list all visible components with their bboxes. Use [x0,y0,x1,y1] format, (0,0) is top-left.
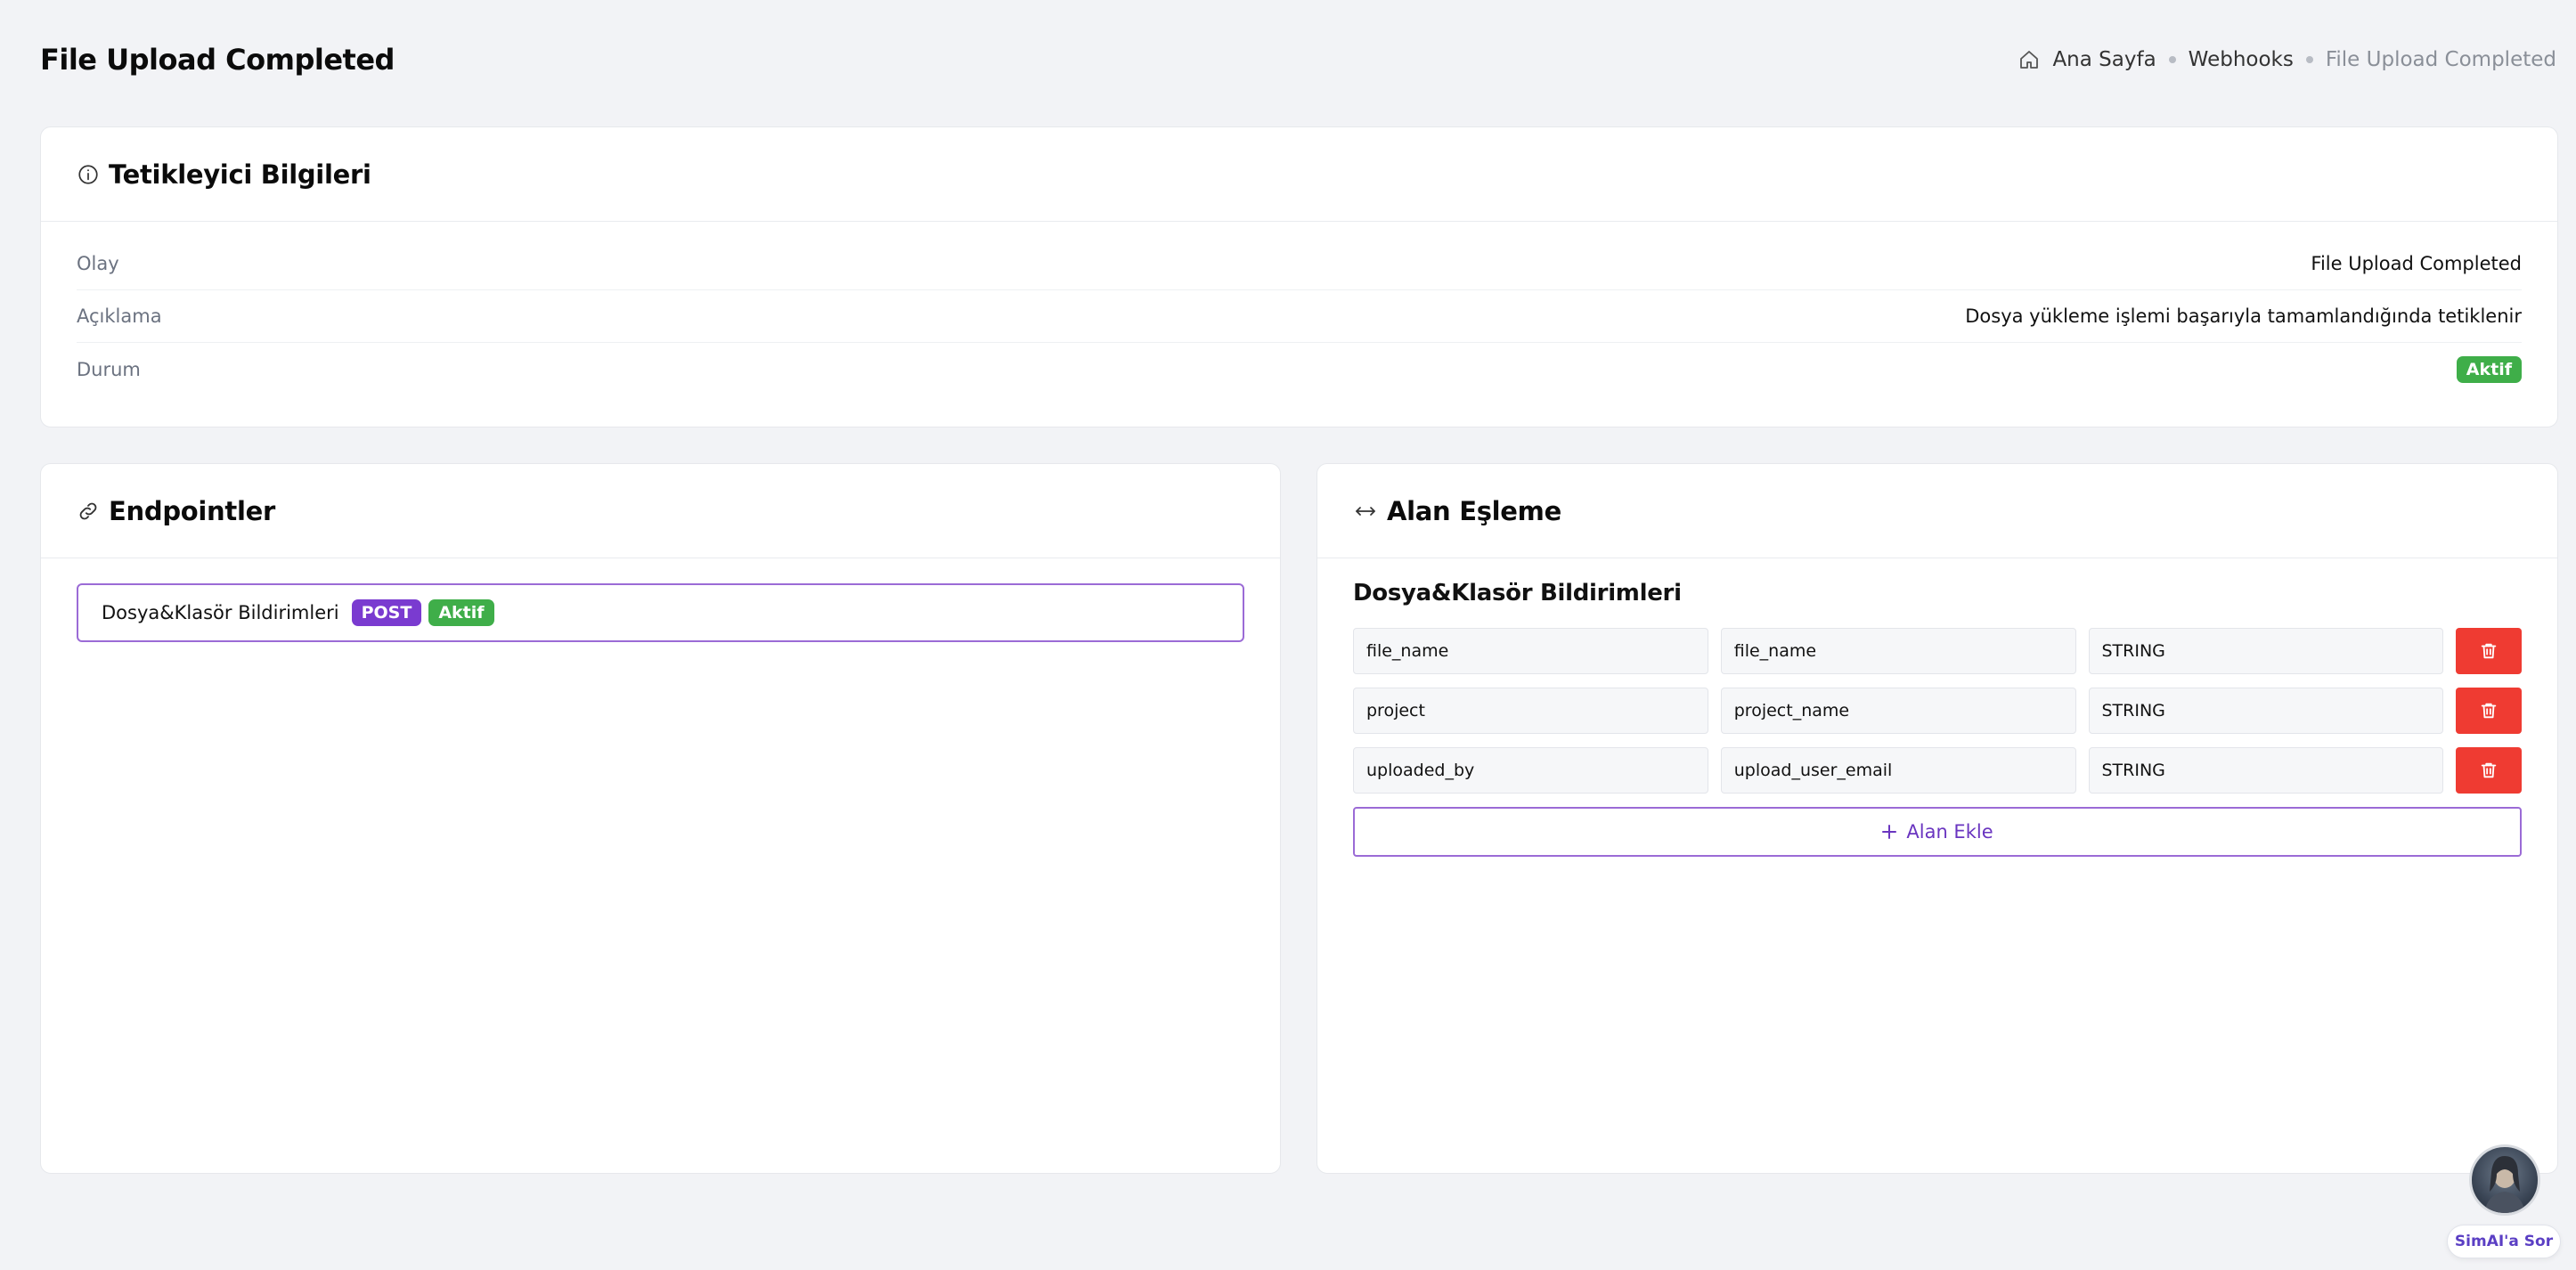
breadcrumb-current: File Upload Completed [2325,48,2556,71]
breadcrumb-webhooks-link[interactable]: Webhooks [2189,48,2294,71]
endpoint-item[interactable]: Dosya&Klasör Bildirimleri POST Aktif [77,583,1244,642]
trash-icon [2481,762,2497,778]
assistant-avatar[interactable] [2469,1144,2540,1216]
field-mapping-card: Alan Eşleme Dosya&Klasör Bildirimleri fi… [1317,463,2558,1174]
ask-assistant-button[interactable]: SimAI'a Sor [2447,1225,2561,1258]
endpoint-name: Dosya&Klasör Bildirimleri [102,602,339,623]
field-type-input[interactable] [2088,747,2444,794]
mapping-row [1353,628,2522,674]
info-value: Dosya yükleme işlemi başarıyla tamamland… [1965,305,2522,327]
link-icon [79,502,97,519]
delete-mapping-button[interactable] [2456,628,2522,674]
info-row-description: Açıklama Dosya yükleme işlemi başarıyla … [77,290,2522,343]
info-label: Olay [77,253,119,274]
add-field-label: Alan Ekle [1906,821,1993,843]
source-field-input[interactable] [1353,747,1708,794]
arrows-horizontal-icon [1356,506,1375,516]
status-badge: Aktif [2456,355,2522,383]
field-mapping-header: Alan Eşleme [1317,464,2557,558]
field-type-input[interactable] [2088,628,2444,674]
add-field-button[interactable]: Alan Ekle [1353,807,2522,857]
method-badge: POST [351,599,422,626]
info-label: Durum [77,358,141,380]
endpoints-title: Endpointler [109,495,275,526]
trash-icon [2481,703,2497,719]
field-mapping-body: Dosya&Klasör Bildirimleri file_name file… [1317,558,2557,857]
delete-mapping-button[interactable] [2456,747,2522,794]
breadcrumb: Ana Sayfa Webhooks File Upload Completed [2018,48,2556,71]
field-mapping-title: Alan Eşleme [1387,495,1561,526]
status-badge: Aktif [428,599,494,626]
endpoints-card: Endpointler Dosya&Klasör Bildirimleri PO… [40,463,1281,1174]
page: File Upload Completed Ana Sayfa Webhooks… [0,0,2576,1270]
breadcrumb-separator [2305,56,2313,63]
source-field-input[interactable] [1353,628,1708,674]
info-label: Açıklama [77,305,162,327]
delete-mapping-button[interactable] [2456,688,2522,734]
target-field-input[interactable] [1720,628,2076,674]
mapping-row [1353,688,2522,734]
info-row-event: Olay File Upload Completed [77,238,2522,290]
breadcrumb-home-link[interactable]: Ana Sayfa [2052,48,2156,71]
info-icon [78,164,98,184]
mapping-row [1353,747,2522,794]
info-row-status: Durum Aktif [77,343,2522,395]
trigger-info-list: Olay File Upload Completed Açıklama Dosy… [41,222,2557,395]
trigger-info-header: Tetikleyici Bilgileri [41,127,2557,222]
endpoints-header: Endpointler [41,464,1280,558]
source-field-input[interactable] [1353,688,1708,734]
page-title: File Upload Completed [40,43,395,77]
breadcrumb-separator [2168,56,2176,63]
trigger-info-title: Tetikleyici Bilgileri [109,159,371,190]
field-type-input[interactable] [2088,688,2444,734]
target-field-input[interactable] [1720,688,2076,734]
target-field-input[interactable] [1720,747,2076,794]
info-value: File Upload Completed [2311,253,2522,274]
assistant-avatar-image [2484,1156,2525,1213]
trash-icon [2481,643,2497,659]
mapping-endpoint-title: Dosya&Klasör Bildirimleri [1353,580,1682,607]
trigger-info-card: Tetikleyici Bilgileri Olay File Upload C… [40,126,2558,427]
plus-icon [1882,825,1897,839]
home-icon[interactable] [2018,49,2040,70]
